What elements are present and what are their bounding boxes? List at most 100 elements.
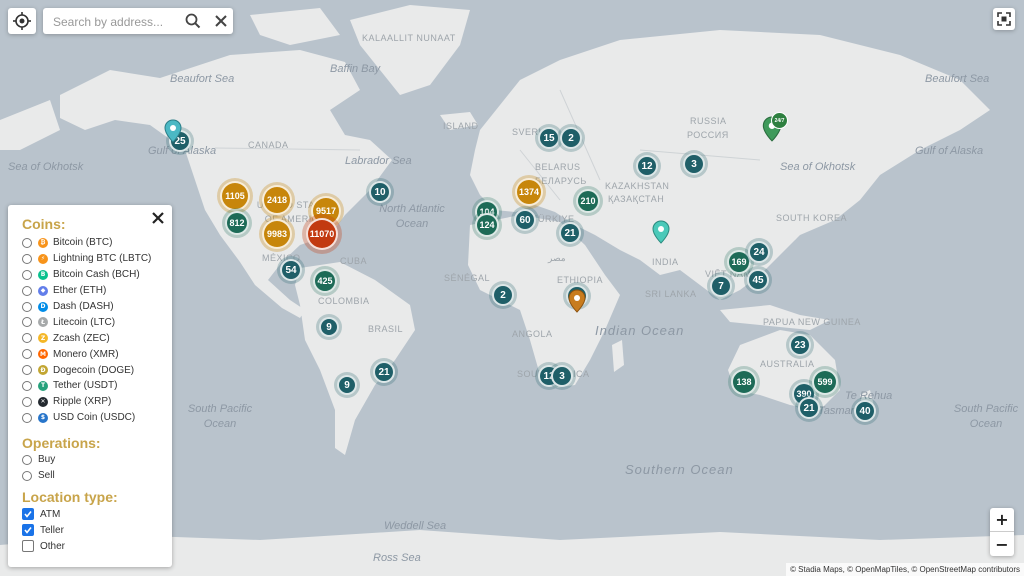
radio-button[interactable] — [22, 470, 32, 481]
coin-label: USD Coin (USDC) — [53, 412, 136, 424]
coin-filter-xmr[interactable]: M Monero (XMR) — [22, 346, 162, 362]
zoom-in-button[interactable]: + — [990, 508, 1014, 532]
search-icon[interactable] — [183, 11, 203, 31]
atm-cluster[interactable]: 2418 — [262, 185, 292, 215]
location-filter-teller[interactable]: Teller — [22, 522, 162, 538]
atm-cluster[interactable]: 11070 — [306, 218, 338, 250]
atm-cluster[interactable]: 24 — [748, 241, 770, 263]
search-input[interactable] — [51, 11, 185, 33]
map-attribution: © Stadia Maps, © OpenMapTiles, © OpenStr… — [786, 563, 1024, 576]
coin-filter-eth[interactable]: ◆ Ether (ETH) — [22, 283, 162, 299]
atm-cluster[interactable]: 12 — [636, 155, 658, 177]
atm-cluster[interactable]: 40 — [854, 400, 876, 422]
operation-filter-buy[interactable]: Buy — [22, 452, 162, 468]
atm-cluster[interactable]: 21 — [559, 222, 581, 244]
atm-cluster[interactable]: 60 — [514, 209, 536, 231]
coin-filter-xrp[interactable]: ✕ Ripple (XRP) — [22, 394, 162, 410]
atm-pin[interactable] — [568, 289, 586, 313]
coin-filter-doge[interactable]: Ð Dogecoin (DOGE) — [22, 362, 162, 378]
coin-label: Zcash (ZEC) — [53, 332, 110, 344]
atm-cluster[interactable]: 21 — [798, 397, 820, 419]
operation-filter-sell[interactable]: Sell — [22, 468, 162, 484]
coin-label: Bitcoin (BTC) — [53, 237, 113, 249]
checkmark-icon — [24, 527, 32, 535]
atm-cluster[interactable]: 23 — [789, 334, 811, 356]
radio-button[interactable] — [22, 333, 32, 344]
litecoin-icon: Ł — [38, 317, 48, 328]
crosshair-icon — [13, 12, 31, 30]
coin-filter-usdc[interactable]: $ USD Coin (USDC) — [22, 410, 162, 426]
atm-cluster[interactable]: 812 — [225, 211, 249, 235]
zcash-icon: Z — [38, 333, 48, 344]
zoom-out-button[interactable]: − — [990, 532, 1014, 556]
radio-button[interactable] — [22, 269, 32, 280]
atm-cluster[interactable]: 15 — [538, 127, 560, 149]
coin-filter-usdt[interactable]: T Tether (USDT) — [22, 378, 162, 394]
filter-panel: Coins: ₿ Bitcoin (BTC) ⚡ Lightning BTC (LB… — [8, 205, 172, 567]
ether-icon: ◆ — [38, 285, 48, 296]
atm-cluster[interactable]: 21 — [373, 361, 395, 383]
radio-button[interactable] — [22, 365, 32, 376]
atm-cluster[interactable]: 45 — [747, 269, 769, 291]
checkbox[interactable] — [22, 540, 34, 553]
location-label: ATM — [40, 508, 61, 520]
atm-cluster[interactable]: 9 — [337, 375, 357, 395]
location-filter-other[interactable]: Other — [22, 538, 162, 554]
checkbox[interactable] — [22, 508, 34, 521]
zoom-control: + − — [990, 508, 1014, 556]
coin-label: Lightning BTC (LBTC) — [53, 253, 152, 265]
coin-filter-dash[interactable]: D Dash (DASH) — [22, 299, 162, 315]
ripple-icon: ✕ — [38, 396, 48, 407]
atm-cluster[interactable]: 425 — [313, 269, 337, 293]
close-icon[interactable] — [150, 210, 166, 226]
coin-filter-zec[interactable]: Z Zcash (ZEC) — [22, 330, 162, 346]
search-bar — [43, 8, 233, 34]
atm-cluster[interactable]: 599 — [812, 369, 838, 395]
atm-pin[interactable] — [652, 220, 670, 244]
checkbox[interactable] — [22, 524, 34, 537]
bitcoin-cash-icon: B — [38, 269, 48, 280]
coin-filter-ltc[interactable]: Ł Litecoin (LTC) — [22, 314, 162, 330]
radio-button[interactable] — [22, 349, 32, 360]
radio-button[interactable] — [22, 454, 32, 465]
atm-cluster[interactable]: 9983 — [262, 219, 292, 249]
checkmark-icon — [24, 511, 32, 519]
atm-cluster[interactable]: 2 — [492, 284, 514, 306]
radio-button[interactable] — [22, 380, 32, 391]
locate-me-button[interactable] — [8, 8, 36, 34]
location-filter-atm[interactable]: ATM — [22, 506, 162, 522]
clear-icon[interactable] — [211, 11, 231, 31]
atm-cluster[interactable]: 10 — [369, 181, 391, 203]
atm-cluster[interactable]: 9 — [319, 317, 339, 337]
fullscreen-button[interactable] — [993, 8, 1015, 30]
coin-filter-lbtc[interactable]: ⚡ Lightning BTC (LBTC) — [22, 251, 162, 267]
atm-cluster[interactable]: 138 — [731, 369, 757, 395]
radio-button[interactable] — [22, 253, 32, 264]
coin-filter-bch[interactable]: B Bitcoin Cash (BCH) — [22, 267, 162, 283]
atm-cluster[interactable]: 124 — [475, 213, 499, 237]
coin-filter-btc[interactable]: ₿ Bitcoin (BTC) — [22, 235, 162, 251]
atm-cluster[interactable]: 1374 — [515, 178, 543, 206]
coin-label: Dogecoin (DOGE) — [53, 364, 135, 376]
radio-button[interactable] — [22, 285, 32, 296]
atm-pin[interactable] — [164, 119, 182, 143]
atm-cluster[interactable]: 54 — [280, 259, 302, 281]
coins-heading: Coins: — [22, 216, 66, 232]
coin-label: Ether (ETH) — [53, 285, 107, 297]
location-type-heading: Location type: — [22, 489, 118, 506]
atm-cluster[interactable]: 2 — [560, 127, 582, 149]
atm-cluster[interactable]: 7 — [710, 275, 732, 297]
radio-button[interactable] — [22, 237, 32, 248]
dogecoin-icon: Ð — [38, 365, 48, 376]
radio-button[interactable] — [22, 317, 32, 328]
tether-icon: T — [38, 380, 48, 391]
operations-heading: Operations: — [22, 434, 101, 451]
atm-cluster[interactable]: 1105 — [220, 181, 250, 211]
radio-button[interactable] — [22, 301, 32, 312]
radio-button[interactable] — [22, 396, 32, 407]
atm-cluster[interactable]: 210 — [576, 189, 600, 213]
atm-cluster[interactable]: 3 — [683, 153, 705, 175]
radio-button[interactable] — [22, 412, 32, 423]
atm-cluster[interactable]: 3 — [551, 365, 573, 387]
atm-pin-24-7[interactable]: 24/7 — [762, 112, 788, 142]
